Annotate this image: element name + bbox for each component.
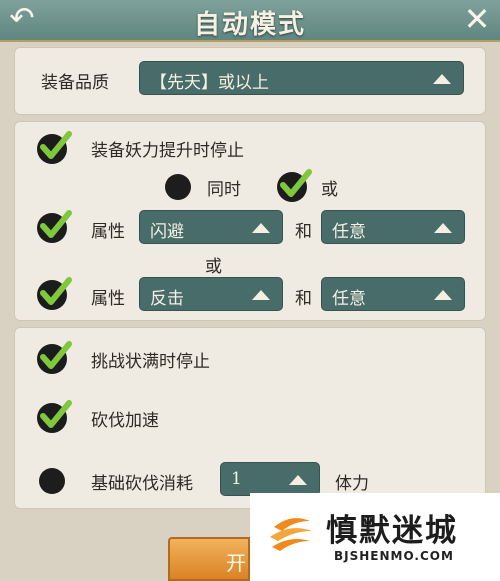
flame-logo-icon <box>266 509 316 559</box>
stop-on-power-checkbox[interactable] <box>37 131 72 164</box>
attr-row1-value1: 闪避 <box>150 222 184 242</box>
page-title: 自动模式 <box>193 10 306 40</box>
header-bar: ↶ 自动模式 ✕ <box>0 0 500 42</box>
close-icon[interactable]: ✕ <box>460 2 494 36</box>
watermark-subtitle: BJSHENMO.COM <box>334 549 454 563</box>
attr-row1-label: 属性 <box>91 222 125 242</box>
chevron-up-icon <box>252 223 270 233</box>
checkmark-icon <box>40 131 72 159</box>
speed-up-label: 砍伐加速 <box>91 411 159 431</box>
attr-row1-dropdown-2[interactable]: 任意 <box>321 210 465 244</box>
mode-or-radio[interactable] <box>277 169 312 202</box>
stop-on-full-label: 挑战状满时停止 <box>91 352 210 372</box>
base-cost-radio[interactable] <box>39 468 65 494</box>
attr-row1-checkbox[interactable] <box>37 210 72 243</box>
stop-on-power-label: 装备妖力提升时停止 <box>91 141 244 161</box>
base-cost-value: 1 <box>231 469 242 489</box>
start-button[interactable]: 开 <box>168 537 250 581</box>
chevron-up-icon <box>433 74 451 84</box>
checkmark-icon <box>40 400 72 428</box>
attr-row2-label: 属性 <box>91 289 125 309</box>
watermark-title: 慎默迷城 <box>326 513 458 549</box>
chevron-up-icon <box>289 475 307 485</box>
base-cost-unit: 体力 <box>335 474 369 494</box>
attr-row2-dropdown-1[interactable]: 反击 <box>139 277 283 311</box>
quality-dropdown[interactable]: 【先天】或以上 <box>139 61 464 95</box>
checkmark-icon <box>40 210 72 238</box>
checkmark-icon <box>40 341 72 369</box>
stop-on-full-checkbox[interactable] <box>37 341 72 374</box>
attr-row1-joiner: 和 <box>295 222 312 242</box>
chevron-up-icon <box>252 290 270 300</box>
attr-row1-dropdown-1[interactable]: 闪避 <box>139 210 283 244</box>
quality-label: 装备品质 <box>41 73 109 93</box>
chevron-up-icon <box>434 223 452 233</box>
attr-row2-dropdown-2[interactable]: 任意 <box>321 277 465 311</box>
speed-up-checkbox[interactable] <box>37 400 72 433</box>
watermark: 慎默迷城 BJSHENMO.COM <box>250 493 500 581</box>
attr-row2-checkbox[interactable] <box>37 277 72 310</box>
attr-row2-value2: 任意 <box>332 289 366 309</box>
row-or-label: 或 <box>205 257 222 277</box>
attr-row1-value2: 任意 <box>332 222 366 242</box>
checkmark-icon <box>280 169 312 197</box>
power-stop-panel: 装备妖力提升时停止 同时 或 属性 闪避 和 任意 或 属性 反击 和 任意 <box>14 121 486 321</box>
attr-row2-joiner: 和 <box>295 289 312 309</box>
mode-and-radio[interactable] <box>165 174 191 200</box>
quality-value: 【先天】或以上 <box>150 73 269 93</box>
start-button-label: 开 <box>226 551 246 575</box>
options-panel: 挑战状满时停止 砍伐加速 基础砍伐消耗 1 体力 <box>14 327 486 509</box>
quality-panel: 装备品质 【先天】或以上 <box>14 47 486 115</box>
checkmark-icon <box>40 277 72 305</box>
attr-row2-value1: 反击 <box>150 289 184 309</box>
mode-and-label: 同时 <box>207 180 241 200</box>
chevron-up-icon <box>434 290 452 300</box>
base-cost-stepper[interactable]: 1 <box>220 462 320 496</box>
mode-or-label: 或 <box>321 180 338 200</box>
base-cost-label: 基础砍伐消耗 <box>91 474 193 494</box>
